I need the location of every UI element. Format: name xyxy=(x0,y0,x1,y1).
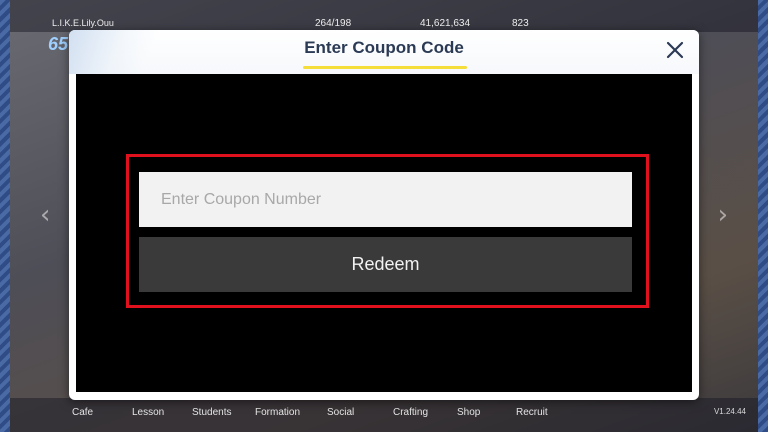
prev-arrow-icon[interactable]: ‹ xyxy=(40,200,50,230)
dialog-header: Enter Coupon Code xyxy=(69,30,699,74)
dialog-body: Redeem xyxy=(76,74,692,392)
dialog-title: Enter Coupon Code xyxy=(304,38,464,57)
background-stripe-left xyxy=(0,0,10,432)
nav-lesson[interactable]: Lesson xyxy=(132,407,164,418)
next-arrow-icon[interactable]: › xyxy=(718,200,728,230)
credits-counter: 41,621,634 xyxy=(420,18,471,29)
close-icon xyxy=(666,41,684,59)
nav-cafe[interactable]: Cafe xyxy=(72,407,93,418)
background-stripe-right xyxy=(758,0,768,432)
coupon-dialog: Enter Coupon Code Redeem xyxy=(69,30,699,400)
bottom-navigation: Cafe Lesson Students Formation Social Cr… xyxy=(10,398,758,432)
nav-crafting[interactable]: Crafting xyxy=(393,407,428,418)
nav-recruit[interactable]: Recruit xyxy=(516,407,548,418)
nav-shop[interactable]: Shop xyxy=(457,407,480,418)
player-nickname: L.I.K.E.Lily.Ouu xyxy=(52,18,114,28)
title-underline xyxy=(303,66,467,69)
version-label: V1.24.44 xyxy=(713,407,746,416)
nav-social[interactable]: Social xyxy=(327,407,354,418)
top-hud: L.I.K.E.Lily.Ouu 264/198 41,621,634 823 xyxy=(10,0,758,32)
gems-counter: 823 xyxy=(512,18,529,29)
close-button[interactable] xyxy=(659,34,691,66)
ap-counter: 264/198 xyxy=(315,18,352,29)
player-level: 65 xyxy=(48,34,69,54)
coupon-number-input[interactable] xyxy=(139,172,632,227)
coupon-highlight-box: Redeem xyxy=(126,154,649,308)
nav-formation[interactable]: Formation xyxy=(255,407,300,418)
nav-students[interactable]: Students xyxy=(192,407,231,418)
redeem-button[interactable]: Redeem xyxy=(139,237,632,292)
